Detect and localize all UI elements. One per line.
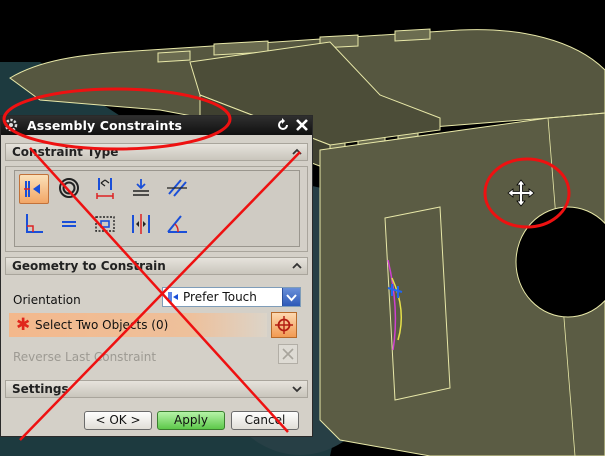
dropdown-arrow[interactable] (282, 288, 300, 306)
reverse-last-constraint-button[interactable] (278, 344, 298, 364)
constraint-type-grid (14, 170, 300, 247)
apply-button[interactable]: Apply (157, 411, 225, 430)
touch-align-icon (168, 292, 178, 302)
concentric-button[interactable] (55, 174, 85, 204)
gear-icon[interactable] (3, 117, 19, 133)
section-settings[interactable]: Settings (5, 380, 308, 398)
bond-icon (95, 216, 115, 232)
perpendicular-button[interactable] (19, 210, 49, 240)
fix-button[interactable] (127, 174, 157, 204)
select-objects-row[interactable]: ✱ Select Two Objects (0) (9, 313, 267, 337)
section-constraint-type[interactable]: Constraint Type (5, 143, 308, 161)
touch-align-button[interactable] (19, 174, 49, 204)
center-icon (132, 214, 150, 234)
close-icon[interactable] (294, 117, 310, 133)
fit-button[interactable] (55, 210, 85, 240)
chevron-up-icon[interactable] (291, 146, 303, 158)
crosshair-icon (275, 316, 293, 334)
touch-align-icon (24, 181, 40, 197)
angle-button[interactable] (163, 210, 193, 240)
chevron-down-icon (286, 294, 297, 302)
perpendicular-icon (26, 214, 43, 233)
chevron-down-icon[interactable] (291, 383, 303, 395)
parallel-button[interactable] (163, 174, 193, 204)
ok-button[interactable]: < OK > (84, 411, 152, 430)
center-button[interactable] (127, 210, 157, 240)
distance-button[interactable] (91, 174, 121, 204)
orientation-label: Orientation (13, 293, 81, 307)
cancel-button[interactable]: Cancel (231, 411, 299, 430)
section-geometry[interactable]: Geometry to Constrain (5, 257, 308, 275)
select-objects-button[interactable] (271, 312, 297, 338)
fit-icon (62, 221, 76, 227)
dialog-title: Assembly Constraints (27, 118, 183, 133)
orientation-value: Prefer Touch (183, 290, 257, 304)
reverse-last-constraint-label: Reverse Last Constraint (13, 350, 157, 364)
reverse-icon (282, 348, 294, 360)
bond-button[interactable] (91, 210, 121, 240)
section-geometry-label: Geometry to Constrain (12, 259, 166, 273)
geometry-panel: Orientation Prefer Touch ✱ Select Two Ob… (5, 284, 308, 382)
constraint-type-panel (5, 166, 308, 252)
dialog-titlebar[interactable]: Assembly Constraints (1, 116, 312, 135)
section-constraint-type-label: Constraint Type (12, 145, 119, 159)
reset-icon[interactable] (275, 117, 291, 133)
angle-icon (167, 215, 187, 233)
concentric-icon (59, 178, 79, 198)
fix-icon (133, 179, 149, 196)
section-settings-label: Settings (12, 382, 69, 396)
select-objects-label: Select Two Objects (0) (35, 318, 169, 332)
chevron-up-icon[interactable] (291, 260, 303, 272)
required-star-icon: ✱ (16, 315, 31, 335)
assembly-constraints-dialog: Assembly Constraints Constraint Type Geo… (0, 115, 313, 437)
distance-icon (96, 178, 114, 199)
parallel-icon (167, 179, 187, 197)
orientation-dropdown[interactable]: Prefer Touch (162, 287, 301, 307)
